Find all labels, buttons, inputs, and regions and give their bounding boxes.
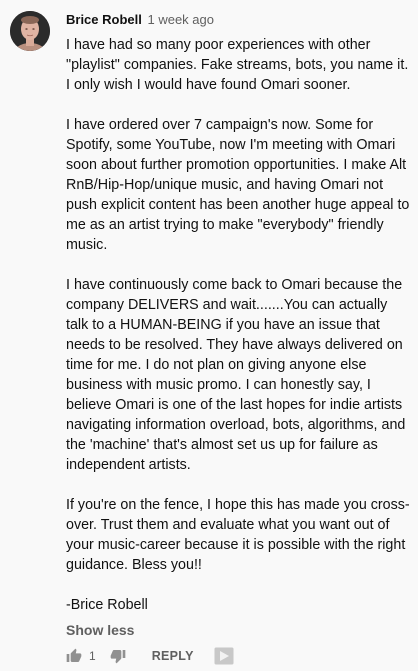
reply-button[interactable]: REPLY [152, 649, 194, 663]
thumbs-up-icon[interactable] [66, 648, 82, 664]
comment-timestamp[interactable]: 1 week ago [147, 12, 214, 27]
comment-paragraph: I have had so many poor experiences with… [66, 37, 409, 93]
comment-signature: -Brice Robell [66, 597, 148, 613]
comment-paragraph: If you're on the fence, I hope this has … [66, 497, 410, 573]
comment-paragraph: I have continuously come back to Omari b… [66, 277, 406, 473]
avatar[interactable] [10, 11, 50, 51]
comment-text: I have had so many poor experiences with… [66, 35, 412, 615]
avatar-image [10, 11, 50, 51]
author-name[interactable]: Brice Robell [66, 12, 142, 27]
share-arrow-icon[interactable] [214, 647, 234, 665]
comment-body: Brice Robell 1 week ago I have had so ma… [66, 10, 412, 640]
thumbs-up-glyph [66, 648, 82, 662]
comment-header: Brice Robell 1 week ago [66, 10, 412, 30]
comment-actions: 1 REPLY [66, 645, 234, 667]
show-less-button[interactable]: Show less [66, 620, 412, 640]
thumbs-down-icon[interactable] [110, 648, 126, 664]
comment-thread: Brice Robell 1 week ago I have had so ma… [0, 0, 418, 671]
share-arrow-glyph [214, 647, 234, 665]
thumbs-down-glyph [110, 650, 126, 664]
like-count: 1 [89, 649, 96, 663]
comment-paragraph: I have ordered over 7 campaign's now. So… [66, 117, 410, 253]
